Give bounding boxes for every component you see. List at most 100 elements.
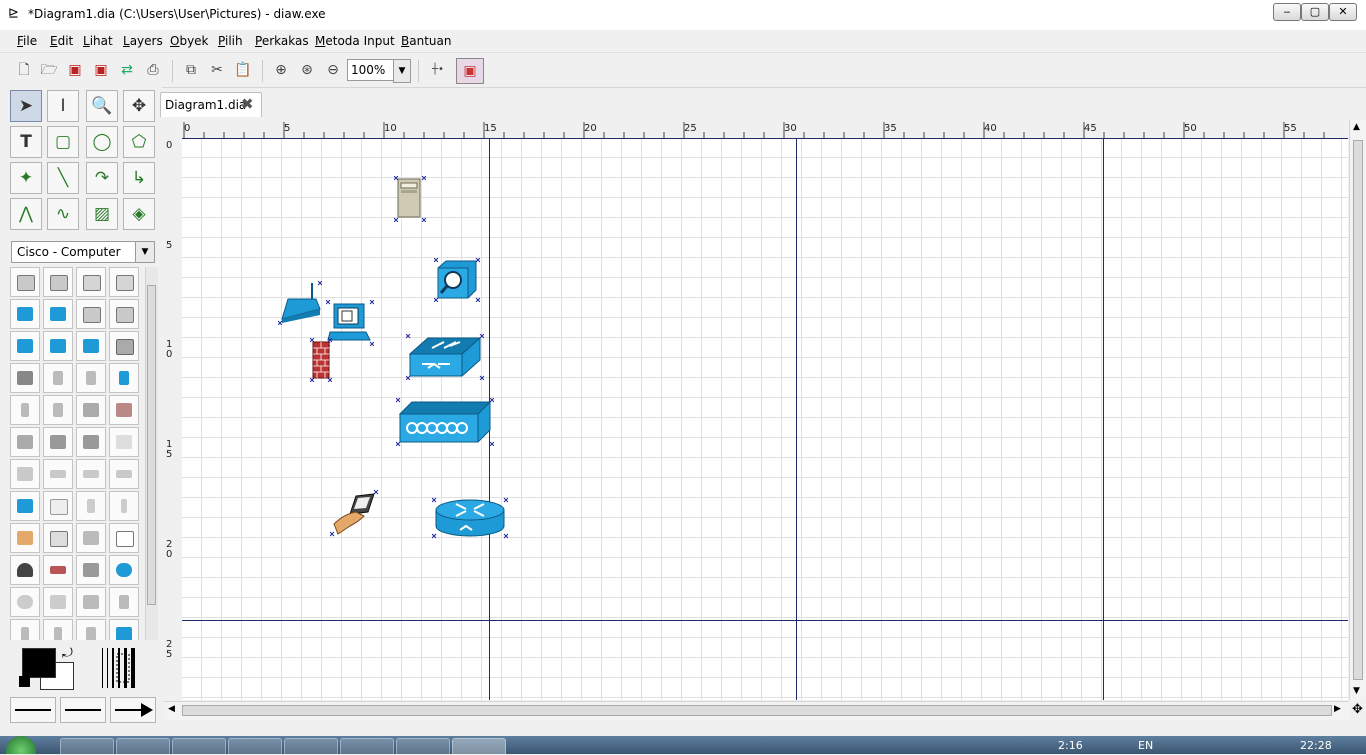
zoom-fit-icon[interactable]: ⊛ xyxy=(297,60,317,80)
vertical-scrollbar-thumb[interactable] xyxy=(1353,140,1363,680)
palette-shape-column[interactable] xyxy=(76,491,106,521)
menu-lihat[interactable]: Lihat xyxy=(83,34,113,48)
palette-shape-tall-3[interactable] xyxy=(76,619,106,640)
close-button[interactable]: ✕ xyxy=(1329,3,1357,21)
menu-perkakas[interactable]: Perkakas xyxy=(255,34,309,48)
maximize-button[interactable]: ▢ xyxy=(1301,3,1329,21)
palette-shape-tower-2[interactable] xyxy=(43,395,73,425)
taskbar-item-chrome[interactable] xyxy=(228,738,282,755)
line-style-selector[interactable] xyxy=(60,697,106,723)
export-icon[interactable]: ⇄ xyxy=(117,60,137,80)
palette-shape-monitor[interactable] xyxy=(76,267,106,297)
handheld-device-shape[interactable] xyxy=(330,490,380,538)
palette-shape-laptop[interactable] xyxy=(109,267,139,297)
zigzag-line-tool-icon[interactable]: ↳ xyxy=(123,162,155,194)
palette-shape-panel[interactable] xyxy=(43,491,73,521)
taskbar-item-explorer[interactable] xyxy=(60,738,114,755)
menu-bantuan[interactable]: Bantuan xyxy=(401,34,451,48)
image-tool-icon[interactable]: ▨ xyxy=(86,198,118,230)
zoom-in-icon[interactable]: ⊕ xyxy=(271,60,291,80)
palette-shape-rack[interactable] xyxy=(10,427,40,457)
polygon-tool-icon[interactable]: ⬠ xyxy=(123,126,155,158)
scroll-tool-icon[interactable]: ✥ xyxy=(123,90,155,122)
cut-icon[interactable]: ✂ xyxy=(207,60,227,80)
box-tool-icon[interactable]: ▢ xyxy=(47,126,79,158)
palette-shape-pc-network[interactable] xyxy=(43,299,73,329)
vertical-scrollbar[interactable]: ▲ ▼ xyxy=(1349,120,1366,700)
palette-shape-terminal-blue[interactable] xyxy=(76,331,106,361)
sheet-selector[interactable]: Cisco - Computer ▼ xyxy=(11,241,155,263)
palette-shape-cube[interactable] xyxy=(76,587,106,617)
palette-shape-monitor-blue[interactable] xyxy=(10,331,40,361)
foreground-color-swatch[interactable] xyxy=(22,648,56,678)
palette-shape-disk[interactable] xyxy=(10,587,40,617)
minimize-button[interactable]: ‒ xyxy=(1273,3,1301,21)
palette-shape-flat-device-3[interactable] xyxy=(109,459,139,489)
palette-shape-server[interactable] xyxy=(76,363,106,393)
new-file-icon[interactable]: 🗋 xyxy=(14,60,34,80)
palette-shape-column-2[interactable] xyxy=(109,491,139,521)
palette-shape-box[interactable] xyxy=(10,459,40,489)
line-width-selector[interactable] xyxy=(102,648,142,688)
palette-shape-pc-search[interactable] xyxy=(109,299,139,329)
firewall-shape[interactable] xyxy=(310,338,332,382)
magnify-tool-icon[interactable]: 🔍 xyxy=(86,90,118,122)
menu-obyek[interactable]: Obyek xyxy=(170,34,209,48)
taskbar-item-twitter[interactable] xyxy=(284,738,338,755)
palette-shape-flat-device-2[interactable] xyxy=(76,459,106,489)
router-shape[interactable] xyxy=(432,496,508,540)
taskbar-item-media[interactable] xyxy=(172,738,226,755)
palette-shape-tall-2[interactable] xyxy=(43,619,73,640)
text-edit-tool-icon[interactable]: I xyxy=(47,90,79,122)
reset-colors-icon[interactable] xyxy=(19,676,30,687)
wireless-access-point-shape[interactable] xyxy=(278,281,322,325)
scroll-down-icon[interactable]: ▼ xyxy=(1353,686,1360,696)
directory-server-shape[interactable] xyxy=(434,258,480,302)
menu-layers[interactable]: Layers xyxy=(123,34,163,48)
palette-shape-device[interactable] xyxy=(76,523,106,553)
palette-shape-rack-2[interactable] xyxy=(43,427,73,457)
palette-shape-tall-1[interactable] xyxy=(10,619,40,640)
start-arrow-selector[interactable] xyxy=(10,697,56,723)
language-indicator[interactable]: EN xyxy=(1138,739,1153,752)
ellipse-tool-icon[interactable]: ◯ xyxy=(86,126,118,158)
palette-shape-wireless[interactable] xyxy=(10,491,40,521)
palette-shape-rack-3[interactable] xyxy=(76,427,106,457)
palette-shape-router-blue[interactable] xyxy=(109,555,139,585)
horizontal-scrollbar[interactable]: ◀ ▶ xyxy=(164,701,1349,720)
palette-shape-scanner[interactable] xyxy=(10,363,40,393)
menu-file[interactable]: File xyxy=(17,34,37,48)
taskbar-item-dia[interactable] xyxy=(452,738,506,755)
beziergon-tool-icon[interactable]: ✦ xyxy=(10,162,42,194)
open-file-icon[interactable]: 🗁 xyxy=(39,60,59,80)
palette-shape-server-blue[interactable] xyxy=(109,363,139,393)
line-tool-icon[interactable]: ╲ xyxy=(47,162,79,194)
palette-shape-tower[interactable] xyxy=(10,395,40,425)
palette-scrollbar[interactable] xyxy=(145,267,158,640)
palette-shape-pcs[interactable] xyxy=(76,299,106,329)
workstation-shape[interactable] xyxy=(326,300,374,346)
scroll-left-icon[interactable]: ◀ xyxy=(168,704,175,714)
save-icon[interactable]: ▣ xyxy=(65,60,85,80)
scroll-right-icon[interactable]: ▶ xyxy=(1334,704,1341,714)
scroll-up-icon[interactable]: ▲ xyxy=(1353,122,1360,132)
palette-shape-floppy[interactable] xyxy=(43,587,73,617)
palette-scrollbar-thumb[interactable] xyxy=(147,285,156,605)
palette-shape-laptop-2[interactable] xyxy=(43,523,73,553)
end-arrow-selector[interactable] xyxy=(110,697,156,723)
save-as-icon[interactable]: ▣ xyxy=(91,60,111,80)
print-icon[interactable]: ⎙ xyxy=(143,60,163,80)
bezier-line-tool-icon[interactable]: ∿ xyxy=(47,198,79,230)
outline-tool-icon[interactable]: ◈ xyxy=(123,198,155,230)
palette-shape-tower-4[interactable] xyxy=(109,587,139,617)
start-button[interactable] xyxy=(6,736,36,754)
system-clock[interactable]: 22:28 xyxy=(1300,739,1332,752)
taskbar-item-word[interactable] xyxy=(340,738,394,755)
palette-shape-file-server[interactable] xyxy=(43,363,73,393)
snap-to-grid-icon[interactable]: ┼• xyxy=(428,60,448,80)
navigation-icon[interactable]: ✥ xyxy=(1352,702,1363,717)
swap-colors-icon[interactable]: ⤾ xyxy=(62,646,73,661)
taskbar-item-app[interactable] xyxy=(396,738,450,755)
palette-shape-tower-red[interactable] xyxy=(109,395,139,425)
palette-shape-tower-3[interactable] xyxy=(76,395,106,425)
